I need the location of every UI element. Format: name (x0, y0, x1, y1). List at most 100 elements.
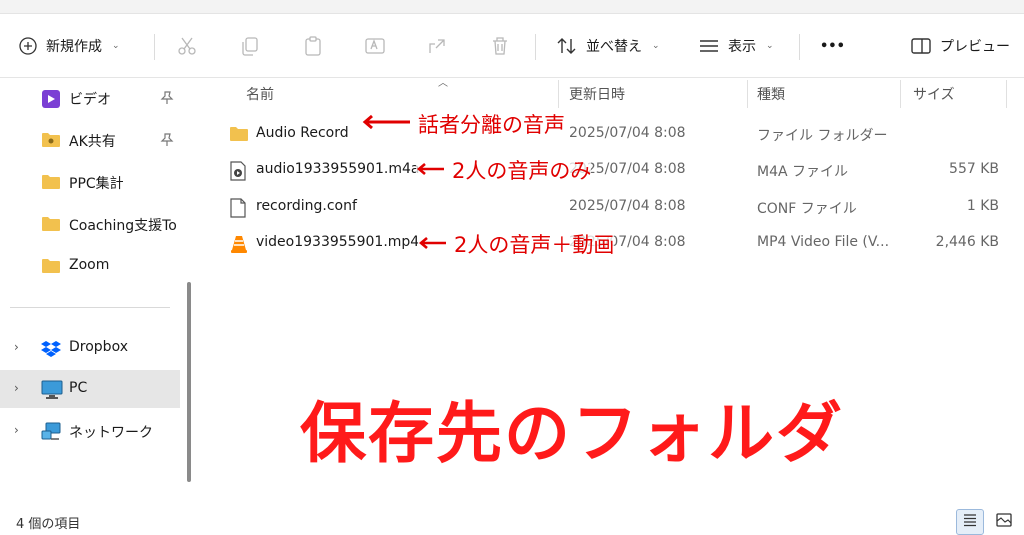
expand-chevron-icon[interactable]: › (14, 423, 19, 437)
column-header-date[interactable]: 更新日時 (569, 78, 749, 110)
sidebar-item-label: PC (69, 380, 88, 396)
file-row[interactable]: recording.conf 2025/07/04 8:08 CONF ファイル… (201, 189, 1024, 225)
tiles-view-button[interactable] (990, 509, 1018, 535)
file-row[interactable]: audio1933955901.m4a 2025/07/04 8:08 M4A … (201, 152, 1024, 188)
sidebar-item-videos[interactable]: ビデオ (0, 79, 180, 117)
paste-icon (302, 35, 324, 57)
network-icon (41, 422, 63, 446)
annotation-two-people-audio-video: 2人の音声＋動画 (418, 229, 615, 259)
sidebar-item-label: ビデオ (69, 92, 111, 108)
command-bar: 新規作成 ⌄ 並べ替え ⌄ 表示 ⌄ ••• プレビュー (0, 14, 1024, 78)
audio-file-icon (229, 161, 247, 185)
sidebar-item-zoom[interactable]: Zoom (0, 247, 180, 285)
preview-pane-button[interactable]: プレビュー (910, 14, 1010, 78)
toolbar-divider (154, 34, 155, 60)
column-divider[interactable] (747, 80, 748, 108)
sidebar-item-label: ネットワーク (69, 425, 153, 441)
file-date: 2025/07/04 8:08 (569, 125, 686, 141)
details-view-icon (962, 512, 978, 532)
pin-icon (160, 133, 174, 151)
sidebar-item-pc[interactable]: › PC (0, 370, 180, 408)
share-button[interactable] (426, 14, 448, 78)
column-divider[interactable] (558, 80, 559, 108)
folder-icon (41, 257, 61, 279)
share-icon (426, 35, 448, 57)
sort-arrows-icon (556, 36, 578, 56)
vlc-icon (229, 234, 249, 258)
sidebar-item-dropbox[interactable]: › Dropbox (0, 329, 180, 367)
chevron-down-icon: ⌄ (766, 41, 774, 51)
file-type: M4A ファイル (757, 164, 849, 180)
file-date: 2025/07/04 8:08 (569, 198, 686, 214)
pc-icon (41, 380, 63, 404)
sort-button[interactable]: 並べ替え ⌄ (556, 14, 660, 78)
toolbar-divider (535, 34, 536, 60)
sidebar-item-coaching[interactable]: Coaching支援To (0, 205, 180, 243)
sidebar-item-label: Zoom (69, 257, 110, 273)
column-header-size[interactable]: サイズ (913, 78, 1013, 110)
arrow-left-icon (416, 161, 446, 180)
save-folder-caption: 保存先のフォルダ (300, 395, 844, 472)
column-header-label: 名前 (246, 87, 274, 103)
video-folder-icon (41, 89, 61, 113)
file-name: recording.conf (256, 198, 357, 214)
file-explorer-window: 新規作成 ⌄ 並べ替え ⌄ 表示 ⌄ ••• プレビュー ビデオ AK共有 PP… (0, 0, 1024, 535)
new-button-label: 新規作成 (46, 39, 102, 55)
preview-pane-label: プレビュー (940, 39, 1010, 55)
column-header-name[interactable]: 名前 ︿ (246, 78, 561, 110)
annotation-speaker-separation: 話者分離の音声 (362, 109, 565, 139)
folder-icon (229, 125, 249, 147)
tiles-view-icon (995, 512, 1013, 532)
dropbox-icon (41, 339, 61, 361)
annotation-two-people-audio: 2人の音声のみ (416, 155, 592, 185)
file-size: 557 KB (949, 161, 999, 177)
annotation-text: 2人の音声＋動画 (454, 233, 615, 257)
column-divider[interactable] (1006, 80, 1007, 108)
file-name: video1933955901.mp4 (256, 234, 420, 250)
paste-button[interactable] (302, 14, 324, 78)
status-bar: 4 個の項目 (0, 505, 1024, 535)
scrollbar-thumb[interactable] (187, 282, 191, 482)
sidebar-item-ppc[interactable]: PPC集計 (0, 163, 180, 201)
sort-button-label: 並べ替え (586, 39, 642, 55)
file-type: ファイル フォルダー (757, 128, 888, 144)
plus-circle-icon (18, 36, 38, 56)
sort-ascending-icon: ︿ (438, 78, 448, 89)
column-header-label: 更新日時 (569, 87, 625, 103)
file-row[interactable]: Audio Record 2025/07/04 8:08 ファイル フォルダー (201, 116, 1024, 152)
cut-button[interactable] (176, 14, 198, 78)
navigation-pane: ビデオ AK共有 PPC集計 Coaching支援To Zoom › Dropb… (0, 78, 180, 505)
expand-chevron-icon[interactable]: › (14, 340, 19, 354)
details-view-button[interactable] (956, 509, 984, 535)
chevron-down-icon: ⌄ (112, 41, 120, 51)
column-divider[interactable] (900, 80, 901, 108)
expand-chevron-icon[interactable]: › (14, 381, 19, 395)
rename-icon (364, 35, 386, 57)
copy-button[interactable] (239, 14, 261, 78)
file-size: 2,446 KB (935, 234, 999, 250)
rename-button[interactable] (364, 14, 386, 78)
more-options-button[interactable]: ••• (820, 14, 845, 78)
view-button[interactable]: 表示 ⌄ (698, 14, 774, 78)
annotation-text: 2人の音声のみ (452, 159, 592, 183)
sidebar-item-network[interactable]: › ネットワーク (0, 412, 180, 450)
annotation-text: 話者分離の音声 (418, 113, 565, 137)
delete-button[interactable] (489, 14, 511, 78)
item-count: 4 個の項目 (16, 517, 81, 532)
file-name: Audio Record (256, 125, 349, 141)
folder-icon (41, 215, 61, 237)
column-header-type[interactable]: 種類 (757, 78, 897, 110)
toolbar-divider (799, 34, 800, 60)
sidebar-scrollbar[interactable] (181, 78, 201, 505)
sidebar-item-ak-shared[interactable]: AK共有 (0, 121, 180, 159)
copy-icon (239, 35, 261, 57)
sidebar-item-label: AK共有 (69, 134, 116, 150)
view-button-label: 表示 (728, 39, 756, 55)
column-header-label: サイズ (913, 87, 955, 103)
more-options-icon: ••• (820, 38, 845, 54)
shared-folder-icon (41, 131, 61, 153)
new-button[interactable]: 新規作成 ⌄ (18, 14, 120, 78)
list-view-icon (698, 36, 720, 56)
sidebar-item-label: Dropbox (69, 339, 128, 355)
file-size: 1 KB (966, 198, 999, 214)
